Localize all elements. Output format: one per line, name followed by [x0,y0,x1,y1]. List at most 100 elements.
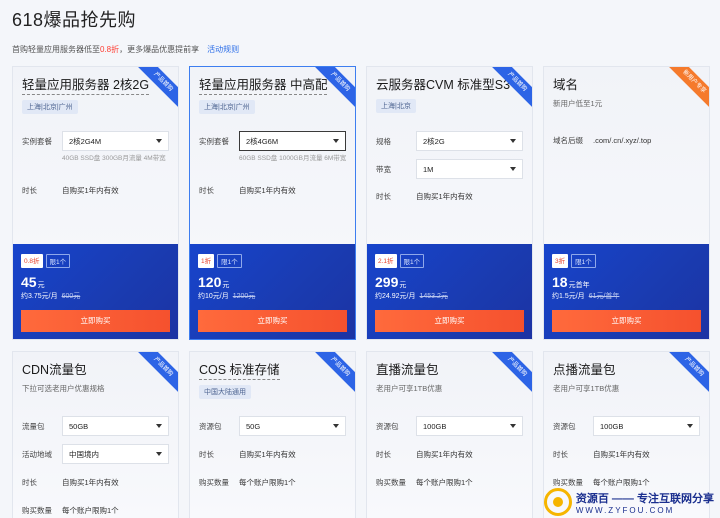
spec-value: 2核2G4M [69,136,102,146]
original-price: 1200元 [232,293,256,300]
pkg-select[interactable]: 100GB [593,416,700,436]
price: 18元首年 [552,274,701,290]
limit-tag: 限1个 [217,254,242,268]
area-select[interactable]: 中国境内 [62,444,169,464]
pkg-value: 50GB [69,421,89,431]
buy-button[interactable]: 立即购买 [21,310,170,332]
price-panel: 3折 限1个 18元首年 约1.5元/月 61元/首年 立即购买 [544,244,709,339]
pkg-label: 资源包 [553,421,576,431]
site-watermark: 资源百 —— 专注互联网分享 WWW.ZYFOU.COM [543,488,714,516]
area-label: 活动地域 [22,449,52,459]
price: 120元 [198,274,347,290]
limit-tag: 限1个 [571,254,596,268]
limit-tag: 限1个 [399,254,425,268]
buy-button[interactable]: 立即购买 [552,310,701,332]
spec-row: 规格 2核2G [376,131,523,151]
price-value: 45 [21,274,37,290]
qty-label: 购买数量 [376,478,406,487]
rules-link[interactable]: 活动规则 [207,45,239,54]
product-card-cvm-s3: 产品首购 云服务器CVM 标准型S3 上海|北京 规格 2核2G 带宽 1M 时… [366,66,533,340]
duration-label: 时长 [553,450,568,459]
duration-row: 时长 自购买1年内有效 [553,449,650,460]
product-card-domain: 新用户专享 域名 新用户低至1元 域名后缀 .com/.cn/.xyz/.top… [543,66,710,340]
region-badge: 上海|北京|广州 [22,100,78,114]
spec-select[interactable]: 2核2G [416,131,523,151]
chevron-down-icon [156,424,162,428]
watermark-logo-icon [543,488,572,516]
bandwidth-value: 1M [423,164,434,174]
price: 45元 [21,274,170,290]
price-value: 120 [198,274,222,290]
pkg-select[interactable]: 50GB [62,416,169,436]
card-title: CDN流量包 [22,363,87,377]
duration-label: 时长 [376,450,391,459]
buy-button[interactable]: 立即购买 [198,310,347,332]
duration-label: 时长 [376,192,391,201]
duration-value: 自购买1年内有效 [62,478,119,487]
spec-label: 规格 [376,136,391,146]
chevron-down-icon [510,139,516,143]
chevron-down-icon [510,167,516,171]
price-value: 18 [552,274,568,290]
pkg-select[interactable]: 100GB [416,416,523,436]
duration-label: 时长 [199,186,214,195]
product-card-lighthouse-mid: 产品首购 轻量应用服务器 中高配 上海|北京|广州 实例套餐 2核4G6M 60… [189,66,356,340]
price-panel: 0.8折 限1个 45元 约3.75元/月 600元 立即购买 [13,244,178,339]
spec-select[interactable]: 2核2G4M [62,131,169,151]
discount-tag: 2.1折 [375,254,397,268]
qty-value: 每个账户限购1个 [416,478,473,487]
pkg-row: 流量包 50GB [22,416,169,436]
area-row: 活动地域 中国境内 [22,444,169,464]
chevron-down-icon [333,139,339,143]
duration-row: 时长 自购买1年内有效 [376,191,473,202]
qty-row: 购买数量 每个账户限购1个 [376,477,473,488]
discount-tag: 1折 [198,254,215,268]
duration-label: 时长 [22,478,37,487]
pkg-value: 100GB [600,421,624,431]
duration-row: 时长 自购买1年内有效 [22,477,119,488]
pkg-select[interactable]: 50G [239,416,346,436]
per-month-value: 约3.75元/月 [21,293,58,300]
spec-row: 实例套餐 2核2G4M [22,131,169,151]
duration-label: 时长 [22,186,37,195]
duration-row: 时长 自购买1年内有效 [199,185,296,196]
pkg-row: 资源包 100GB [553,416,700,436]
price-panel: 2.1折 限1个 299元 约24.92元/月 1453.2元 立即购买 [367,244,532,339]
card-title: 轻量应用服务器 中高配 [199,78,328,95]
qty-value: 每个账户限购1个 [593,478,650,487]
discount-tag: 0.8折 [21,254,43,268]
price-unit: 元 [222,282,230,289]
page-title: 618爆品抢先购 [12,10,137,30]
original-price: 61元/首年 [588,293,620,300]
per-month: 约3.75元/月 600元 [21,291,170,301]
qty-value: 每个账户限购1个 [62,506,119,515]
spec-row: 实例套餐 2核4G6M [199,131,346,151]
card-desc: 新用户低至1元 [553,99,603,108]
region-badge: 上海|北京 [376,99,416,113]
area-value: 中国境内 [69,449,99,459]
page-header: 618爆品抢先购 首购轻量应用服务器低至0.8折，更多爆品优惠提前享 活动规则 [12,6,239,55]
card-desc: 老用户可享1TB优惠 [376,384,443,393]
product-card-lighthouse-2c2g: 产品首购 轻量应用服务器 2核2G 上海|北京|广州 实例套餐 2核2G4M 4… [12,66,179,340]
chevron-down-icon [156,452,162,456]
subtitle-highlight: 0.8折 [100,45,120,54]
suffix-label: 域名后缀 [553,136,583,145]
per-month-value: 约1.5元/月 [552,293,585,300]
spec-select[interactable]: 2核4G6M [239,131,346,151]
spec-note: 60GB SSD盘 1000GB月流量 6M带宽 [239,155,347,162]
qty-label: 购买数量 [22,506,52,515]
price-unit: 元 [37,282,45,289]
buy-button[interactable]: 立即购买 [375,310,524,332]
watermark-line2: WWW.ZYFOU.COM [575,505,675,515]
price: 299元 [375,274,524,290]
chevron-down-icon [687,424,693,428]
card-title: 域名 [553,78,579,92]
region-badge: 中国大陆通用 [199,385,251,399]
page-subtitle: 首购轻量应用服务器低至0.8折，更多爆品优惠提前享 活动规则 [12,44,239,55]
bandwidth-select[interactable]: 1M [416,159,523,179]
card-title: 点播流量包 [553,363,616,377]
duration-value: 自购买1年内有效 [416,450,473,459]
original-price: 600元 [61,293,81,300]
pkg-row: 资源包 100GB [376,416,523,436]
per-month: 约10元/月 1200元 [198,291,347,301]
